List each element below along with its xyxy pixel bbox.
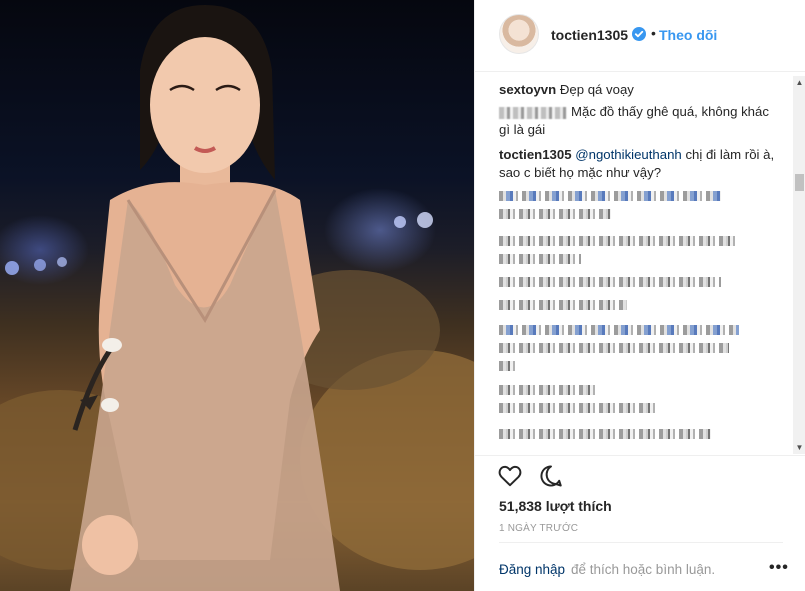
more-options-icon[interactable]: ••• xyxy=(769,559,789,577)
comment-username[interactable]: sextoyvn xyxy=(499,82,556,97)
login-link[interactable]: Đăng nhập xyxy=(499,562,565,577)
post-timestamp[interactable]: 1 NGÀY TRƯỚC xyxy=(499,523,578,534)
follow-button[interactable]: Theo dõi xyxy=(659,27,717,43)
pixelated-comment xyxy=(499,191,721,201)
comment-username[interactable]: toctien1305 xyxy=(499,147,572,162)
pixelated-comment xyxy=(499,403,659,413)
scroll-up-icon[interactable]: ▲ xyxy=(793,76,805,89)
login-prompt-text: để thích hoặc bình luận. xyxy=(571,562,716,577)
separator-dot: • xyxy=(651,25,656,41)
post-photo[interactable] xyxy=(0,0,474,591)
comment-text: Đẹp qá voạy xyxy=(559,82,634,97)
login-footer: Đăng nhập để thích hoặc bình luận. ••• xyxy=(499,542,788,591)
comment-item: Mặc đồ thấy ghê quá, không khác gì là gá… xyxy=(499,103,779,139)
pixelated-comment xyxy=(499,385,595,395)
avatar[interactable] xyxy=(499,14,539,54)
scroll-down-icon[interactable]: ▼ xyxy=(793,441,805,454)
comment-bubble-icon[interactable] xyxy=(538,463,564,489)
post-photo-illustration xyxy=(0,5,474,591)
comments-list: sextoyvn Đẹp qá voạy Mặc đồ thấy ghê quá… xyxy=(475,73,805,453)
username-link[interactable]: toctien1305 xyxy=(551,27,628,43)
pixelated-comment xyxy=(499,429,711,439)
post-header: toctien1305 • Theo dõi xyxy=(475,0,805,72)
post-panel: toctien1305 • Theo dõi sextoyvn Đẹp qá v… xyxy=(474,0,805,591)
pixelated-comment xyxy=(499,236,739,246)
comment-item: sextoyvn Đẹp qá voạy xyxy=(499,81,779,99)
pixelated-comment xyxy=(499,209,611,219)
blurred-username xyxy=(499,106,567,119)
pixelated-comment xyxy=(499,361,519,371)
comment-mention-link[interactable]: @ngothikieuthanh xyxy=(575,147,682,162)
comment-item: toctien1305 @ngothikieuthanh chị đi làm … xyxy=(499,146,779,182)
pixelated-comment xyxy=(499,343,729,353)
scrollbar-thumb[interactable] xyxy=(795,174,804,191)
action-bar xyxy=(475,455,805,500)
comments-scrollbar[interactable]: ▲ ▼ xyxy=(793,76,805,454)
pixelated-comment xyxy=(499,277,721,287)
pixelated-comment xyxy=(499,325,739,335)
pixelated-comment xyxy=(499,254,581,264)
pixelated-comment xyxy=(499,300,627,310)
likes-count[interactable]: 51,838 lượt thích xyxy=(499,498,612,514)
verified-badge-icon xyxy=(632,27,646,41)
heart-icon[interactable] xyxy=(497,463,523,489)
